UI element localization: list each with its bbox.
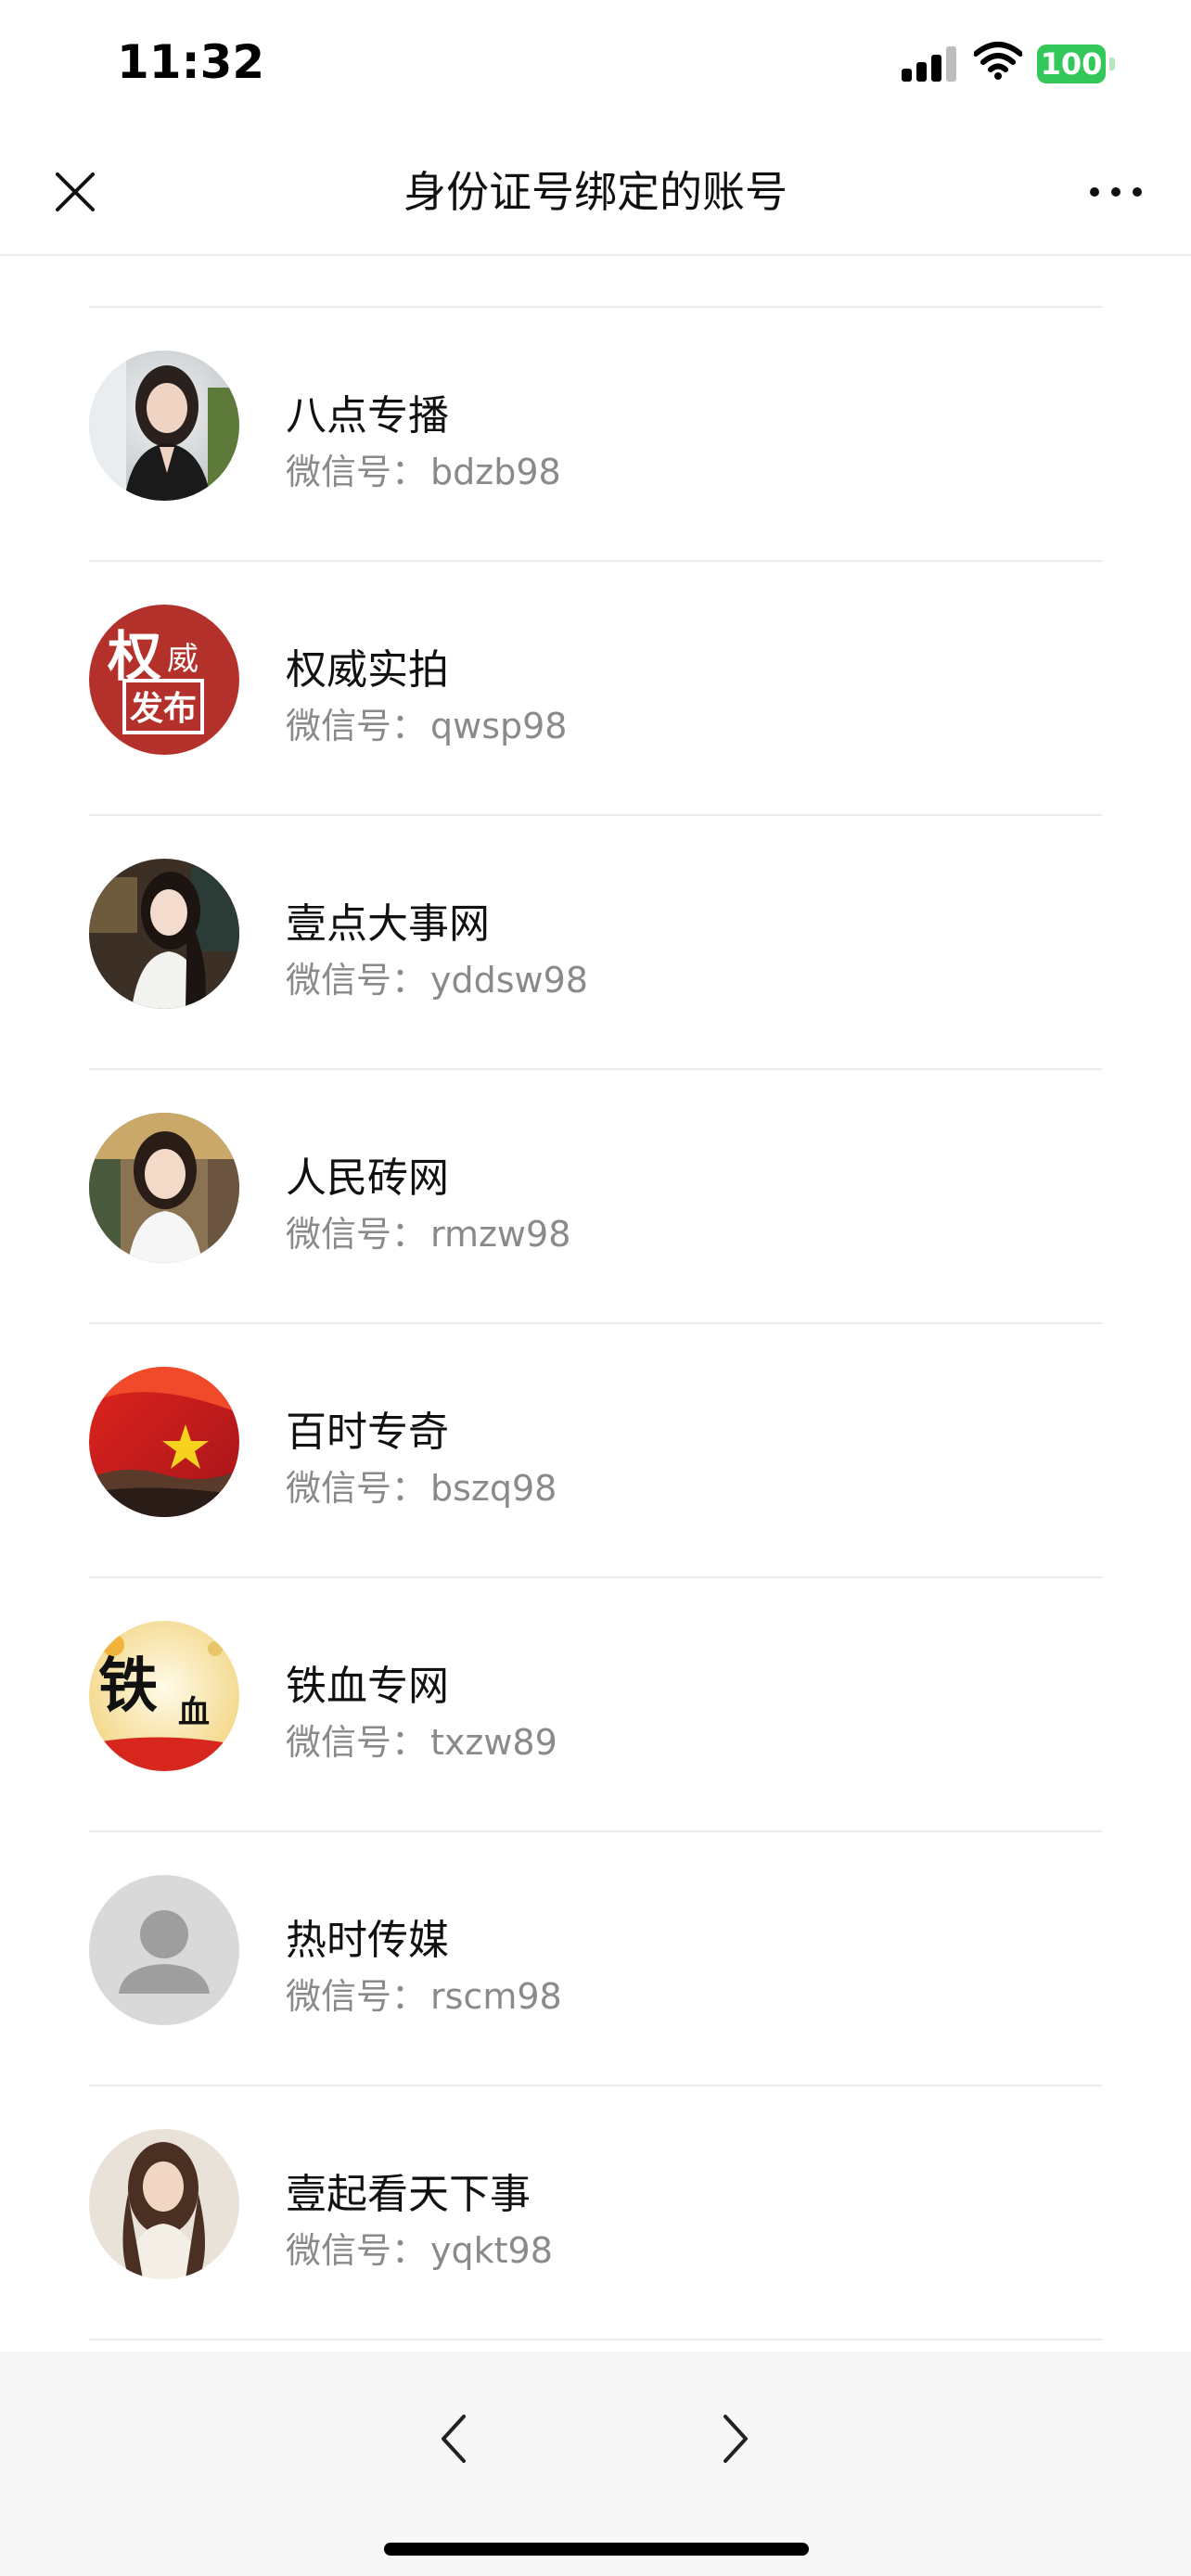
- flag-greatwall-avatar: [89, 1367, 239, 1517]
- account-list-item[interactable]: 热时传媒 微信号： rscm98: [89, 1832, 1102, 2086]
- account-list-item[interactable]: 权 威 发布 权威实拍 微信号： qwsp98: [89, 562, 1102, 816]
- account-name: 权威实拍: [286, 646, 449, 694]
- woman-portrait-avatar: [89, 351, 239, 501]
- account-list-item[interactable]: 人民砖网 微信号： rmzw98: [89, 1070, 1102, 1324]
- wechat-id-label: 微信号：: [286, 706, 428, 746]
- home-indicator[interactable]: [384, 2543, 809, 2556]
- status-bar: 11:32 100: [0, 0, 1191, 130]
- wechat-id: 微信号： bszq98: [286, 1460, 557, 1511]
- wechat-id: 微信号： yqkt98: [286, 2222, 553, 2273]
- account-name: 壹起看天下事: [286, 2171, 531, 2218]
- account-list-item[interactable]: 铁 血 铁血专网 微信号： txzw89: [89, 1578, 1102, 1832]
- woman-portrait-avatar: [89, 859, 239, 1009]
- account-name: 壹点大事网: [286, 900, 490, 948]
- woman-portrait-avatar: [89, 1113, 239, 1263]
- account-list-item[interactable]: 八点专播 微信号： bdzb98: [89, 308, 1102, 562]
- wechat-id: 微信号： qwsp98: [286, 697, 568, 748]
- wechat-id-value: qwsp98: [430, 706, 568, 746]
- wechat-id-value: bszq98: [430, 1468, 557, 1509]
- account-name: 热时传媒: [286, 1917, 449, 1964]
- wechat-id-value: yqkt98: [430, 2230, 553, 2271]
- quanwei-fabu-logo-avatar: 权 威 发布: [89, 605, 239, 755]
- wechat-id-value: bdzb98: [430, 452, 561, 492]
- wechat-id-value: rscm98: [430, 1976, 562, 2017]
- logo-char-xue: 血: [178, 1694, 210, 1731]
- back-arrow-icon[interactable]: [429, 2404, 480, 2474]
- battery-level: 100: [1037, 45, 1106, 83]
- account-name: 人民砖网: [286, 1154, 449, 1202]
- tiexue-calligraphy-avatar: 铁 血: [89, 1621, 239, 1771]
- wechat-id-value: yddsw98: [430, 960, 588, 1001]
- wechat-id: 微信号： rscm98: [286, 1968, 562, 2019]
- battery-indicator: 100: [1037, 45, 1115, 83]
- account-list-item[interactable]: 百时专奇 微信号： bszq98: [89, 1324, 1102, 1578]
- default-person-avatar: [89, 1875, 239, 2025]
- logo-char-wei: 威: [167, 641, 198, 678]
- account-list-item[interactable]: 壹起看天下事 微信号： yqkt98: [89, 2086, 1102, 2340]
- wechat-id: 微信号： txzw89: [286, 1714, 557, 1765]
- wechat-id-label: 微信号：: [286, 960, 428, 1001]
- page-title: 身份证号绑定的账号: [403, 167, 788, 217]
- wechat-id-label: 微信号：: [286, 2230, 428, 2271]
- wechat-id-label: 微信号：: [286, 1214, 428, 1255]
- account-name: 八点专播: [286, 392, 449, 440]
- wechat-id: 微信号： yddsw98: [286, 951, 588, 1002]
- battery-cap: [1109, 57, 1115, 70]
- more-options-icon[interactable]: [1085, 163, 1146, 221]
- woman-portrait-avatar: [89, 2129, 239, 2279]
- logo-char-quan: 权: [107, 625, 161, 688]
- wechat-id-value: txzw89: [430, 1722, 557, 1763]
- wechat-id: 微信号： bdzb98: [286, 443, 561, 494]
- cellular-signal-icon: [902, 46, 956, 82]
- account-name: 铁血专网: [286, 1663, 449, 1710]
- account-name: 百时专奇: [286, 1409, 449, 1456]
- wechat-id-label: 微信号：: [286, 452, 428, 492]
- wechat-id-label: 微信号：: [286, 1468, 428, 1509]
- wifi-icon: [974, 42, 1022, 80]
- account-list-item[interactable]: 壹点大事网 微信号： yddsw98: [89, 816, 1102, 1070]
- wechat-id-label: 微信号：: [286, 1976, 428, 2017]
- wechat-id: 微信号： rmzw98: [286, 1205, 570, 1256]
- logo-text-fabu: 发布: [130, 690, 197, 728]
- wechat-id-label: 微信号：: [286, 1722, 428, 1763]
- logo-char-tie: 铁: [98, 1651, 158, 1721]
- status-time: 11:32: [117, 35, 265, 89]
- wechat-id-value: rmzw98: [430, 1214, 571, 1255]
- forward-arrow-icon[interactable]: [709, 2404, 761, 2474]
- navigation-bar: 身份证号绑定的账号: [0, 130, 1191, 256]
- browser-toolbar: [0, 2352, 1191, 2576]
